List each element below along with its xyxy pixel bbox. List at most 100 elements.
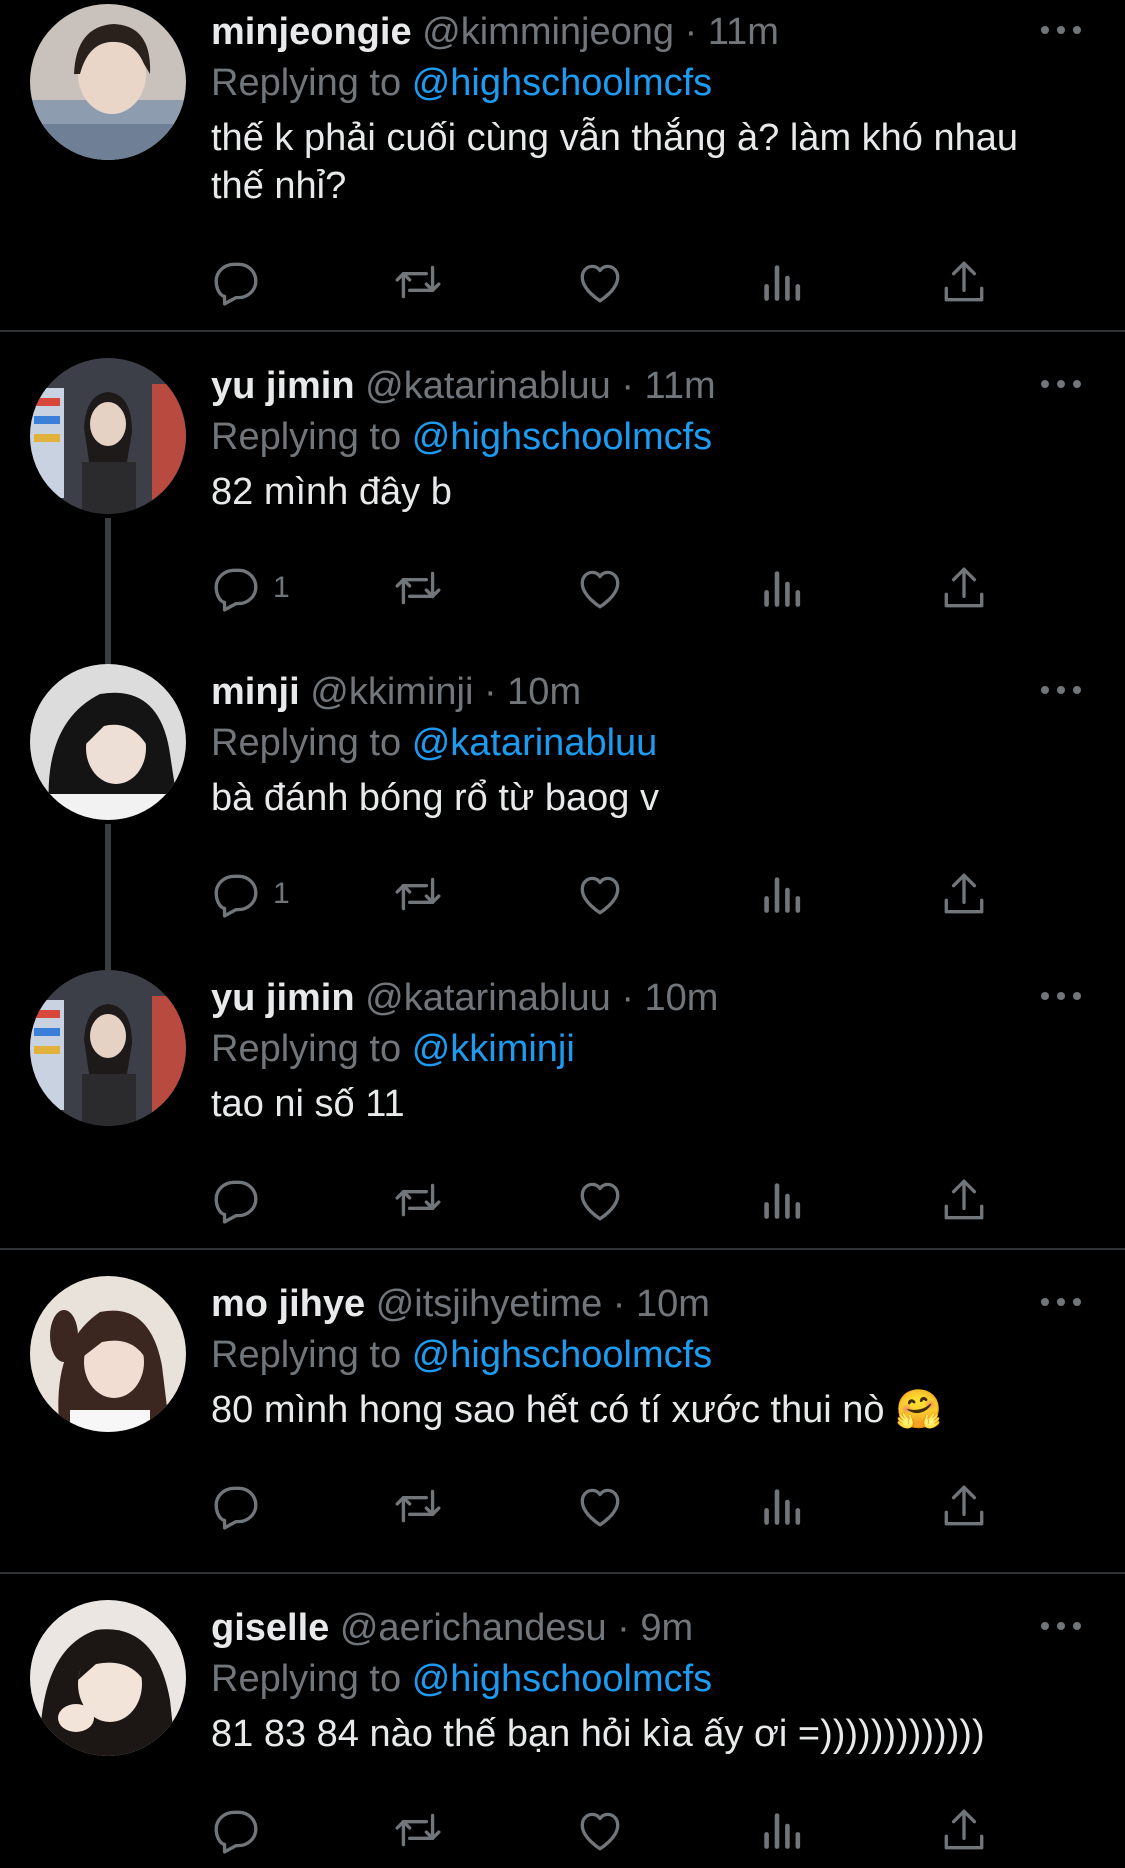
timestamp[interactable]: 10m [645,977,719,1019]
views-button[interactable] [757,1172,807,1228]
timestamp[interactable]: 11m [708,11,779,53]
tweet[interactable]: minji @kkiminji · 10m Replying to @katar… [0,660,1125,966]
replying-to-handle[interactable]: @highschoolmcfs [412,416,712,458]
display-name[interactable]: yu jimin [211,977,355,1019]
share-button[interactable] [939,560,989,616]
retweet-button[interactable] [393,1172,443,1228]
timestamp[interactable]: 10m [636,1283,710,1325]
views-button[interactable] [757,866,807,922]
timestamp[interactable]: 10m [507,671,581,713]
retweet-icon [395,571,441,605]
more-options-button[interactable] [1041,20,1081,40]
display-name[interactable]: minjeongie [211,11,412,53]
views-button[interactable] [757,1478,807,1534]
timestamp[interactable]: 11m [645,365,716,407]
avatar[interactable] [30,664,186,820]
replying-to-handle[interactable]: @highschoolmcfs [412,62,712,104]
reply-icon [214,1810,258,1854]
share-button[interactable] [939,1172,989,1228]
like-button[interactable] [575,560,625,616]
handle[interactable]: @katarinabluu [365,977,611,1019]
tweet-content: minji @kkiminji · 10m Replying to @katar… [211,668,1065,822]
display-name[interactable]: giselle [211,1607,329,1649]
handle[interactable]: @kimminjeong [422,11,674,53]
like-button[interactable] [575,866,625,922]
like-button[interactable] [575,254,625,310]
reply-count: 1 [273,877,290,910]
reply-button[interactable] [211,1802,273,1858]
divider [0,1572,1125,1574]
reply-button[interactable]: 1 [211,866,290,922]
tweet[interactable]: yu jimin @katarinabluu · 10m Replying to… [0,966,1125,1248]
reply-button[interactable] [211,1478,273,1534]
replying-label: Replying to [211,722,402,764]
share-icon [944,1809,984,1850]
handle[interactable]: @aerichandesu [340,1607,607,1649]
avatar[interactable] [30,1276,186,1432]
replying-to-handle[interactable]: @katarinabluu [412,722,658,764]
like-icon [580,570,620,609]
reply-icon [214,262,258,306]
more-options-button[interactable] [1041,1616,1081,1636]
tweet-actions: 1 [211,866,1011,922]
retweet-button[interactable] [393,866,443,922]
retweet-button[interactable] [393,254,443,310]
handle[interactable]: @katarinabluu [365,365,611,407]
share-button[interactable] [939,254,989,310]
tweet[interactable]: minjeongie @kimminjeong · 11m Replying t… [0,0,1125,330]
tweet-text: tao ni số 11 [211,1083,405,1125]
avatar[interactable] [30,1600,186,1756]
views-button[interactable] [757,254,807,310]
share-button[interactable] [939,1802,989,1858]
handle[interactable]: @kkiminji [310,671,473,713]
tweet-header: yu jimin @katarinabluu · 11m [211,362,1065,410]
separator: · [612,1283,626,1325]
views-icon [764,571,801,607]
display-name[interactable]: minji [211,671,300,713]
retweet-button[interactable] [393,1802,443,1858]
like-button[interactable] [575,1802,625,1858]
tweet-content: minjeongie @kimminjeong · 11m Replying t… [211,8,1065,210]
avatar[interactable] [30,358,186,514]
reply-button[interactable] [211,254,273,310]
more-options-button[interactable] [1041,986,1081,1006]
views-button[interactable] [757,560,807,616]
more-options-button[interactable] [1041,680,1081,700]
display-name[interactable]: mo jihye [211,1283,365,1325]
retweet-button[interactable] [393,1478,443,1534]
reply-button[interactable] [211,1172,273,1228]
divider [0,1248,1125,1250]
share-button[interactable] [939,866,989,922]
reply-button[interactable]: 1 [211,560,290,616]
share-icon [944,873,984,914]
tweet[interactable]: yu jimin @katarinabluu · 11m Replying to… [0,354,1125,660]
more-options-button[interactable] [1041,1292,1081,1312]
replying-label: Replying to [211,1334,402,1376]
retweet-button[interactable] [393,560,443,616]
tweet-text: bà đánh bóng rổ từ baog v [211,777,660,819]
display-name[interactable]: yu jimin [211,365,355,407]
tweet-header: yu jimin @katarinabluu · 10m [211,974,1065,1022]
handle[interactable]: @itsjihyetime [376,1283,603,1325]
thread-line [105,518,111,660]
share-button[interactable] [939,1478,989,1534]
tweet[interactable]: mo jihye @itsjihyetime · 10m Replying to… [0,1272,1125,1572]
replying-to-handle[interactable]: @highschoolmcfs [412,1658,712,1700]
retweet-icon [395,1489,441,1523]
more-options-button[interactable] [1041,374,1081,394]
like-button[interactable] [575,1478,625,1534]
like-button[interactable] [575,1172,625,1228]
thread-line [105,824,111,966]
tweet-actions: 1 [211,560,1011,616]
tweet[interactable]: giselle @aerichandesu · 9m Replying to @… [0,1596,1125,1868]
views-button[interactable] [757,1802,807,1858]
timestamp[interactable]: 9m [640,1607,693,1649]
replying-label: Replying to [211,62,402,104]
replying-label: Replying to [211,416,402,458]
replying-to-handle[interactable]: @kkiminji [412,1028,575,1070]
avatar[interactable] [30,4,186,160]
tweet-actions [211,254,1011,310]
replying-to-handle[interactable]: @highschoolmcfs [412,1334,712,1376]
avatar[interactable] [30,970,186,1126]
reply-icon [214,1180,258,1224]
